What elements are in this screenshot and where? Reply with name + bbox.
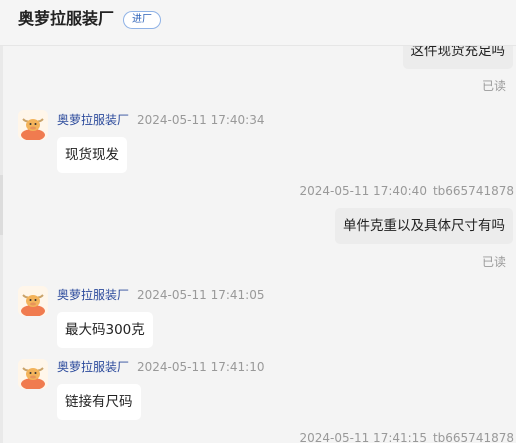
message-meta: 奥萝拉服装厂 2024-05-11 17:41:05	[57, 288, 264, 302]
message-meta-outgoing: 2024-05-11 17:41:15 tb665741878	[300, 431, 515, 443]
message-meta: 奥萝拉服装厂 2024-05-11 17:41:10	[57, 360, 264, 374]
message-meta: 奥萝拉服装厂 2024-05-11 17:40:34	[57, 113, 264, 127]
sender-id: tb665741878	[432, 184, 514, 198]
message-time: 2024-05-11 17:41:05	[137, 288, 265, 302]
shop-tag-badge[interactable]: 进厂	[123, 11, 161, 29]
chat-header: 奥萝拉服装厂 进厂	[0, 0, 516, 46]
left-panel-edge	[0, 45, 3, 443]
scroll-indicator[interactable]	[0, 175, 3, 235]
sender-name[interactable]: 奥萝拉服装厂	[57, 113, 129, 127]
message-time: 2024-05-11 17:40:40	[299, 184, 427, 198]
message-time: 2024-05-11 17:41:10	[137, 360, 265, 374]
read-status: 已读	[481, 79, 506, 93]
message-bubble-incoming: 现货现发	[57, 137, 127, 173]
sender-id: tb665741878	[432, 431, 514, 443]
chat-window: 奥萝拉服装厂 进厂 这件现货充足吗 已读 奥萝拉服装厂 2024-05-11 17…	[0, 0, 516, 443]
message-bubble-outgoing: 单件克重以及具体尺寸有吗	[335, 208, 513, 244]
sender-name[interactable]: 奥萝拉服装厂	[57, 360, 129, 374]
message-bubble-incoming: 最大码300克	[57, 312, 153, 348]
seller-avatar-icon[interactable]	[18, 286, 48, 316]
message-bubble-incoming: 链接有尺码	[57, 384, 141, 420]
seller-avatar-icon[interactable]	[18, 110, 48, 140]
message-time: 2024-05-11 17:40:34	[137, 113, 265, 127]
message-meta-outgoing: 2024-05-11 17:40:40 tb665741878	[300, 184, 515, 198]
read-status: 已读	[481, 255, 506, 269]
seller-avatar-icon[interactable]	[18, 359, 48, 389]
sender-name[interactable]: 奥萝拉服装厂	[57, 288, 129, 302]
shop-name[interactable]: 奥萝拉服装厂	[18, 9, 114, 29]
message-time: 2024-05-11 17:41:15	[299, 431, 427, 443]
